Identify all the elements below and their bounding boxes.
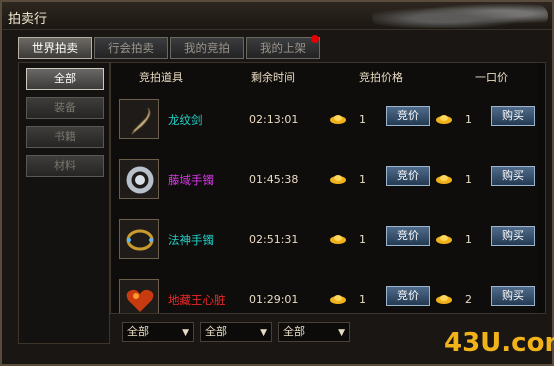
- filter-select-2-value: 全部: [205, 325, 227, 338]
- filter-select-2[interactable]: 全部 ▼: [200, 322, 272, 342]
- chevron-down-icon: ▼: [182, 328, 189, 338]
- filter-select-3-value: 全部: [283, 325, 305, 338]
- list-item[interactable]: 法神手镯 02:51:31 1 竞价 1 购买: [111, 213, 545, 273]
- category-all[interactable]: 全部: [26, 68, 104, 90]
- buy-button[interactable]: 购买: [491, 286, 535, 306]
- sword-icon: [119, 99, 159, 139]
- tab-my-listings-label: 我的上架: [260, 41, 306, 55]
- category-sidebar: 全部 装备 书籍 材料: [18, 62, 110, 344]
- bid-button[interactable]: 竞价: [386, 226, 430, 246]
- remaining-time: 02:51:31: [249, 233, 299, 246]
- watermark-logo: 43U.com: [444, 328, 554, 358]
- filter-select-3[interactable]: 全部 ▼: [278, 322, 350, 342]
- tab-world-auction[interactable]: 世界拍卖: [18, 37, 92, 59]
- bid-button[interactable]: 竞价: [386, 286, 430, 306]
- category-materials[interactable]: 材料: [26, 155, 104, 177]
- buyout-price: 2: [465, 293, 472, 306]
- dragon-decoration-icon: [372, 4, 548, 28]
- chevron-down-icon: ▼: [260, 328, 267, 338]
- chevron-down-icon: ▼: [338, 328, 345, 338]
- header-buyout: 一口价: [475, 71, 508, 84]
- gold-ingot-icon: [436, 295, 452, 304]
- header-bid-price: 竞拍价格: [359, 71, 403, 84]
- remaining-time: 01:29:01: [249, 293, 299, 306]
- window-title: 拍卖行: [8, 12, 48, 27]
- bid-price: 1: [359, 233, 366, 246]
- bid-button[interactable]: 竞价: [386, 166, 430, 186]
- gold-ingot-icon: [330, 115, 346, 124]
- filter-select-1-value: 全部: [127, 325, 149, 338]
- ring-icon: [119, 219, 159, 259]
- bracelet-icon: [119, 159, 159, 199]
- heart-icon: [119, 279, 159, 313]
- header-time: 剩余时间: [251, 71, 295, 84]
- gold-ingot-icon: [330, 295, 346, 304]
- filter-select-1[interactable]: 全部 ▼: [122, 322, 194, 342]
- gold-ingot-icon: [436, 175, 452, 184]
- item-name: 地藏王心脏: [168, 293, 226, 307]
- gold-ingot-icon: [330, 175, 346, 184]
- category-equipment[interactable]: 装备: [26, 97, 104, 119]
- header-item: 竞拍道具: [139, 71, 183, 84]
- auction-window: 拍卖行 世界拍卖 行会拍卖 我的竞拍 我的上架 全部 装备 书籍 材料 竞拍道具…: [0, 0, 554, 366]
- gold-ingot-icon: [330, 235, 346, 244]
- buyout-price: 1: [465, 173, 472, 186]
- buy-button[interactable]: 购买: [491, 226, 535, 246]
- list-item[interactable]: 地藏王心脏 01:29:01 1 竞价 2 购买: [111, 273, 545, 313]
- tab-guild-auction[interactable]: 行会拍卖: [94, 37, 168, 59]
- bid-price: 1: [359, 293, 366, 306]
- titlebar: 拍卖行: [2, 2, 552, 30]
- buyout-price: 1: [465, 233, 472, 246]
- list-item[interactable]: 藤域手镯 01:45:38 1 竞价 1 购买: [111, 153, 545, 213]
- item-name: 龙纹剑: [168, 113, 203, 127]
- buy-button[interactable]: 购买: [491, 166, 535, 186]
- tab-my-bids[interactable]: 我的竞拍: [170, 37, 244, 59]
- bid-button[interactable]: 竞价: [386, 106, 430, 126]
- item-name: 藤域手镯: [168, 173, 214, 187]
- bid-price: 1: [359, 113, 366, 126]
- buy-button[interactable]: 购买: [491, 106, 535, 126]
- gold-ingot-icon: [436, 115, 452, 124]
- notification-dot-icon: [311, 35, 319, 43]
- gold-ingot-icon: [436, 235, 452, 244]
- auction-list: 竞拍道具 剩余时间 竞拍价格 一口价 龙纹剑 02:13:01 1 竞价 1 购…: [110, 62, 546, 314]
- bid-price: 1: [359, 173, 366, 186]
- remaining-time: 01:45:38: [249, 173, 299, 186]
- buyout-price: 1: [465, 113, 472, 126]
- list-item[interactable]: 龙纹剑 02:13:01 1 竞价 1 购买: [111, 93, 545, 153]
- tab-my-listings[interactable]: 我的上架: [246, 35, 320, 59]
- remaining-time: 02:13:01: [249, 113, 299, 126]
- category-books[interactable]: 书籍: [26, 126, 104, 148]
- item-name: 法神手镯: [168, 233, 214, 247]
- scrollbar[interactable]: [537, 63, 545, 313]
